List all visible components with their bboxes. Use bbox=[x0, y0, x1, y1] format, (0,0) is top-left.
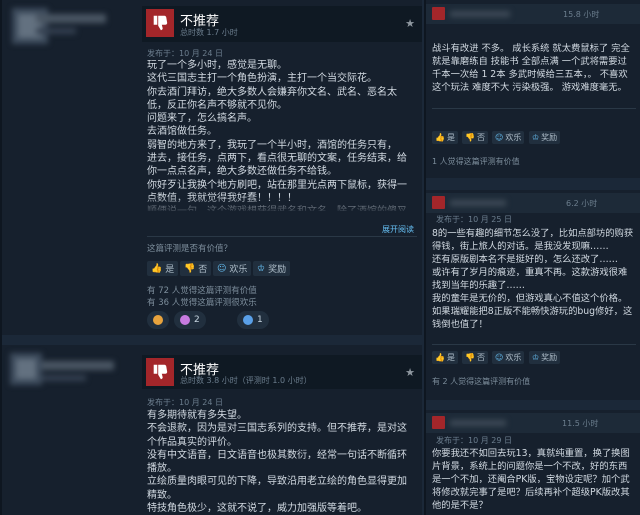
thumbs-down-icon bbox=[432, 196, 445, 209]
award-label: 奖励 bbox=[541, 353, 558, 362]
vote-no-label: 否 bbox=[198, 265, 208, 275]
vote-no-button[interactable]: 👎 否 bbox=[462, 131, 488, 144]
award-badge-1[interactable] bbox=[147, 311, 169, 329]
helpful-question: 这篇评测是否有价值？ bbox=[147, 244, 233, 254]
right-hours-2: 6.2 小时 bbox=[566, 199, 598, 208]
right-review-card-2: 6.2 小时 发布于：10 月 25 日 8的一些有趣的细节怎么没了，比如点部坊… bbox=[426, 190, 640, 400]
author-name-blurred-r1 bbox=[450, 11, 510, 17]
award-heart-icon bbox=[180, 315, 190, 325]
smile-icon: ☺ bbox=[217, 263, 227, 274]
author-name-blurred-r3 bbox=[450, 420, 506, 426]
review-hours-2: 总时数 3.8 小时（评测时 1.0 小时） bbox=[180, 376, 312, 385]
vote-yes-button[interactable]: 👍 是 bbox=[147, 261, 179, 276]
author-subinfo-blurred bbox=[36, 28, 76, 34]
helpful-count: 1 人觉得这篇评测有价值 bbox=[432, 157, 520, 166]
smile-icon: ☺ bbox=[495, 133, 504, 142]
vote-no-label: 否 bbox=[476, 353, 485, 362]
funny-count: 有 36 人觉得这篇评测很欢乐 bbox=[147, 298, 257, 308]
thumbs-down-small-icon: 👎 bbox=[465, 133, 475, 142]
award-badge-2[interactable]: 2 bbox=[174, 311, 206, 329]
vote-yes-button[interactable]: 👍 是 bbox=[432, 351, 458, 364]
thumbs-down-icon bbox=[432, 416, 445, 429]
expand-link[interactable]: 展开阅读 bbox=[382, 224, 414, 235]
vote-no-button[interactable]: 👎 否 bbox=[180, 261, 212, 276]
thumbs-up-icon: 👍 bbox=[435, 133, 445, 142]
award-button[interactable]: ♔ 奖励 bbox=[253, 261, 291, 276]
right-review-body-3: 你要我还不如回去玩13，真就纯重置，换了换图片背景，系统上的问题你是一个不改，好… bbox=[432, 448, 630, 511]
right-date-2: 发布于：10 月 25 日 bbox=[436, 215, 512, 224]
author-name-blurred bbox=[36, 14, 106, 23]
divider bbox=[432, 108, 636, 109]
steam-icon: ★ bbox=[405, 366, 415, 379]
award-count-3: 1 bbox=[257, 315, 263, 325]
author-subinfo-blurred-2 bbox=[42, 375, 86, 381]
steam-icon: ★ bbox=[405, 17, 415, 30]
text-fade bbox=[147, 196, 415, 214]
helpful-count: 有 2 人觉得这篇评测有价值 bbox=[432, 377, 531, 386]
thumbs-down-icon bbox=[146, 9, 174, 37]
thumbs-down-icon bbox=[146, 358, 174, 386]
review-hours: 总时数 1.7 小时 bbox=[180, 28, 238, 37]
right-review-body-1: 战斗有改进 不多。 成长系统 就太费鼠标了 完全就是靠磨练自 技能书 全部点满 … bbox=[432, 43, 630, 93]
vote-funny-label: 欢乐 bbox=[229, 265, 248, 275]
review-body-2: 有多期待就有多失望。 不会退款，因为是对三国志系列的支持。但不推荐，是对这个作品… bbox=[147, 410, 407, 515]
review-card-1: 不推荐 总时数 1.7 小时 ★ 发布于：10 月 24 日 玩了一个多小时，感… bbox=[2, 0, 422, 335]
right-date-3: 发布于：10 月 29 日 bbox=[436, 436, 512, 445]
award-button[interactable]: ♔ 奖励 bbox=[529, 131, 561, 144]
thumbs-down-icon bbox=[432, 7, 445, 20]
award-badge-3[interactable]: 1 bbox=[237, 311, 269, 329]
award-label: 奖励 bbox=[268, 265, 287, 275]
author-name-blurred-r2 bbox=[450, 200, 506, 206]
vote-funny-button[interactable]: ☺ 欢乐 bbox=[492, 131, 525, 144]
review-date-2: 发布于：10 月 24 日 bbox=[147, 398, 223, 407]
author-name-blurred-2 bbox=[42, 361, 114, 370]
vote-yes-label: 是 bbox=[446, 133, 455, 142]
divider bbox=[432, 344, 636, 345]
thumbs-up-icon: 👍 bbox=[151, 263, 163, 274]
vote-no-button[interactable]: 👎 否 bbox=[462, 351, 488, 364]
award-button[interactable]: ♔ 奖励 bbox=[529, 351, 561, 364]
right-review-card-3: 11.5 小时 发布于：10 月 29 日 你要我还不如回去玩13，真就纯重置，… bbox=[426, 410, 640, 515]
right-hours-1: 15.8 小时 bbox=[563, 10, 600, 19]
award-medal-icon bbox=[243, 315, 253, 325]
review-body: 玩了一个多小时，感觉是无聊。 这代三国志主打一个角色扮演，主打一个当交际花。 你… bbox=[147, 60, 407, 211]
vote-yes-label: 是 bbox=[165, 265, 175, 275]
divider bbox=[147, 236, 417, 237]
award-icon: ♔ bbox=[532, 353, 540, 362]
review-date: 发布于：10 月 24 日 bbox=[147, 49, 223, 58]
award-count-2: 2 bbox=[194, 315, 200, 325]
review-card-2: 不推荐 总时数 3.8 小时（评测时 1.0 小时） ★ 发布于：10 月 24… bbox=[2, 345, 422, 515]
vote-funny-button[interactable]: ☺ 欢乐 bbox=[492, 351, 525, 364]
award-hand-icon bbox=[153, 315, 163, 325]
right-review-card-1: 15.8 小时 战斗有改进 不多。 成长系统 就太费鼠标了 完全就是靠磨练自 技… bbox=[426, 0, 640, 178]
vote-funny-button[interactable]: ☺ 欢乐 bbox=[213, 261, 252, 276]
vote-funny-label: 欢乐 bbox=[505, 133, 522, 142]
smile-icon: ☺ bbox=[495, 353, 504, 362]
thumbs-up-icon: 👍 bbox=[435, 353, 445, 362]
vote-yes-label: 是 bbox=[446, 353, 455, 362]
vote-no-label: 否 bbox=[476, 133, 485, 142]
thumbs-down-small-icon: 👎 bbox=[184, 263, 196, 274]
right-review-body-2: 8的一些有趣的细节怎么没了，比如点部坊的购获得钱，街上旅人的对话。是我没发现嘛…… bbox=[432, 228, 634, 330]
vote-funny-label: 欢乐 bbox=[505, 353, 522, 362]
award-icon: ♔ bbox=[532, 133, 540, 142]
helpful-count: 有 72 人觉得这篇评测有价值 bbox=[147, 286, 257, 296]
award-icon: ♔ bbox=[257, 263, 266, 274]
thumbs-down-small-icon: 👎 bbox=[465, 353, 475, 362]
avatar-2 bbox=[10, 353, 42, 385]
award-label: 奖励 bbox=[541, 133, 558, 142]
right-hours-3: 11.5 小时 bbox=[562, 419, 599, 428]
vote-yes-button[interactable]: 👍 是 bbox=[432, 131, 458, 144]
